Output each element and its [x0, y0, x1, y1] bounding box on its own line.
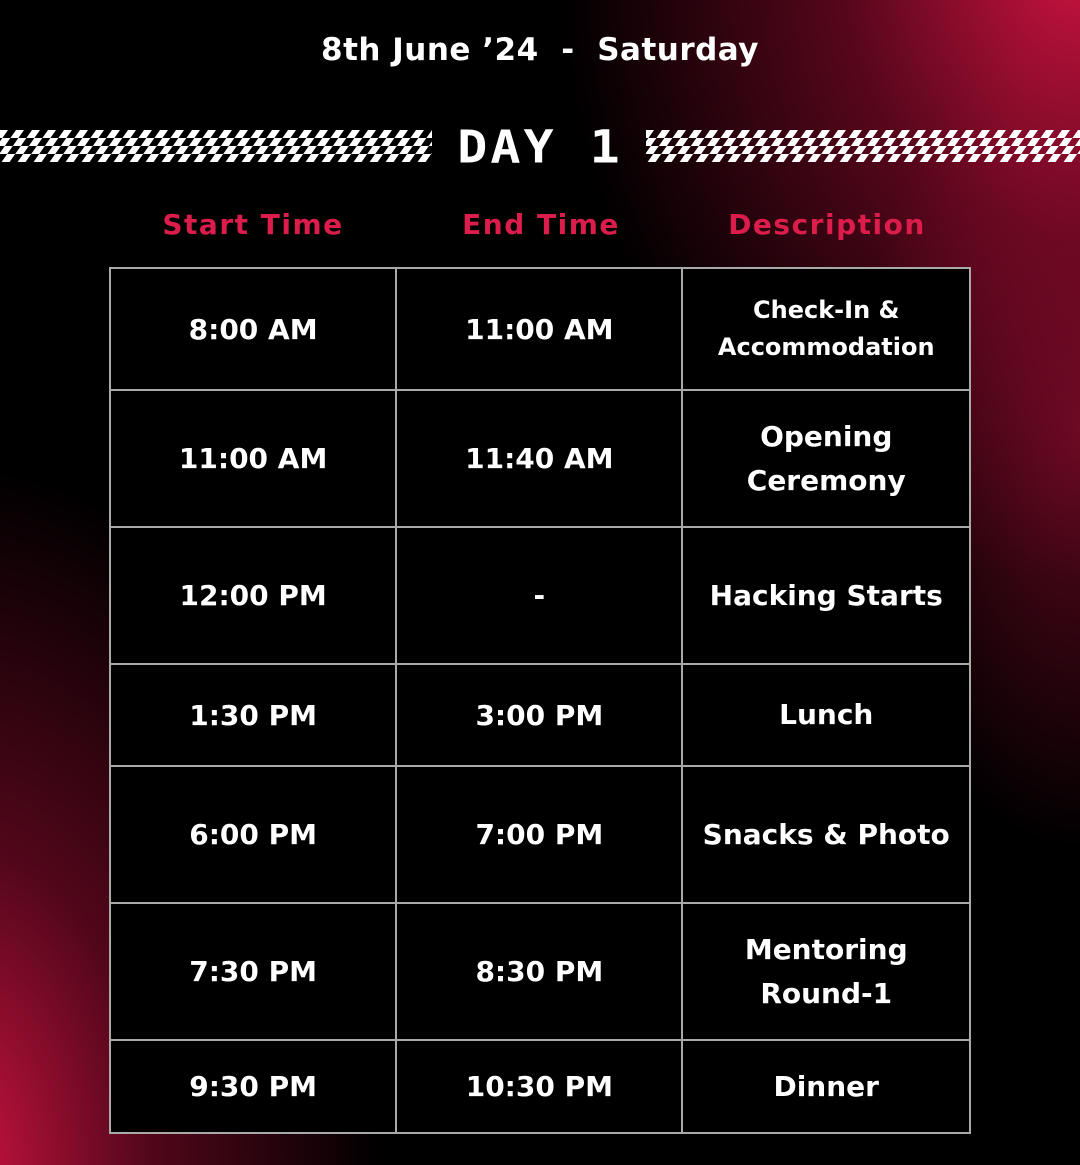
- description-cell: Check-In & Accommodation: [681, 267, 971, 391]
- end-time-cell: -: [395, 526, 684, 665]
- description-cell: Opening Ceremony: [681, 389, 971, 528]
- end-time-header: End Time: [462, 208, 620, 241]
- description-cell: Lunch: [681, 663, 971, 767]
- table-row: 7:30 PM 8:30 PM Mentoring Round-1: [108, 902, 971, 1041]
- table-row: 12:00 PM - Hacking Starts: [108, 526, 971, 665]
- end-time-cell: 7:00 PM: [395, 765, 684, 904]
- description-cell: Mentoring Round-1: [681, 902, 971, 1041]
- checkered-flag-stripe-right: [646, 130, 1080, 162]
- start-time-cell: 12:00 PM: [108, 526, 398, 665]
- table-row: 6:00 PM 7:00 PM Snacks & Photo: [108, 765, 971, 904]
- start-time-cell: 6:00 PM: [108, 765, 398, 904]
- end-time-cell: 11:40 AM: [395, 389, 684, 528]
- description-cell: Hacking Starts: [681, 526, 971, 665]
- description-cell: Dinner: [681, 1039, 971, 1134]
- column-headers: Start Time End Time Description: [110, 208, 970, 248]
- checkered-flag-stripe-left: [0, 130, 432, 162]
- table-row: 9:30 PM 10:30 PM Dinner: [108, 1039, 971, 1134]
- start-time-cell: 9:30 PM: [108, 1039, 398, 1134]
- end-time-cell: 10:30 PM: [395, 1039, 684, 1134]
- description-cell: Snacks & Photo: [681, 765, 971, 904]
- day-title: DAY 1: [457, 120, 623, 174]
- table-row: 11:00 AM 11:40 AM Opening Ceremony: [108, 389, 971, 528]
- start-time-cell: 1:30 PM: [108, 663, 398, 767]
- schedule-table: 8:00 AM 11:00 AM Check-In & Accommodatio…: [108, 267, 971, 1134]
- start-time-cell: 8:00 AM: [108, 267, 398, 391]
- day-banner: DAY 1: [0, 122, 1080, 172]
- table-row: 8:00 AM 11:00 AM Check-In & Accommodatio…: [108, 267, 971, 391]
- start-time-header: Start Time: [162, 208, 344, 241]
- start-time-cell: 11:00 AM: [108, 389, 398, 528]
- table-row: 1:30 PM 3:00 PM Lunch: [108, 663, 971, 767]
- event-date: 8th June ’24 - Saturday: [321, 32, 759, 68]
- end-time-cell: 3:00 PM: [395, 663, 684, 767]
- start-time-cell: 7:30 PM: [108, 902, 398, 1041]
- end-time-cell: 8:30 PM: [395, 902, 684, 1041]
- description-header: Description: [728, 208, 926, 241]
- end-time-cell: 11:00 AM: [395, 267, 684, 391]
